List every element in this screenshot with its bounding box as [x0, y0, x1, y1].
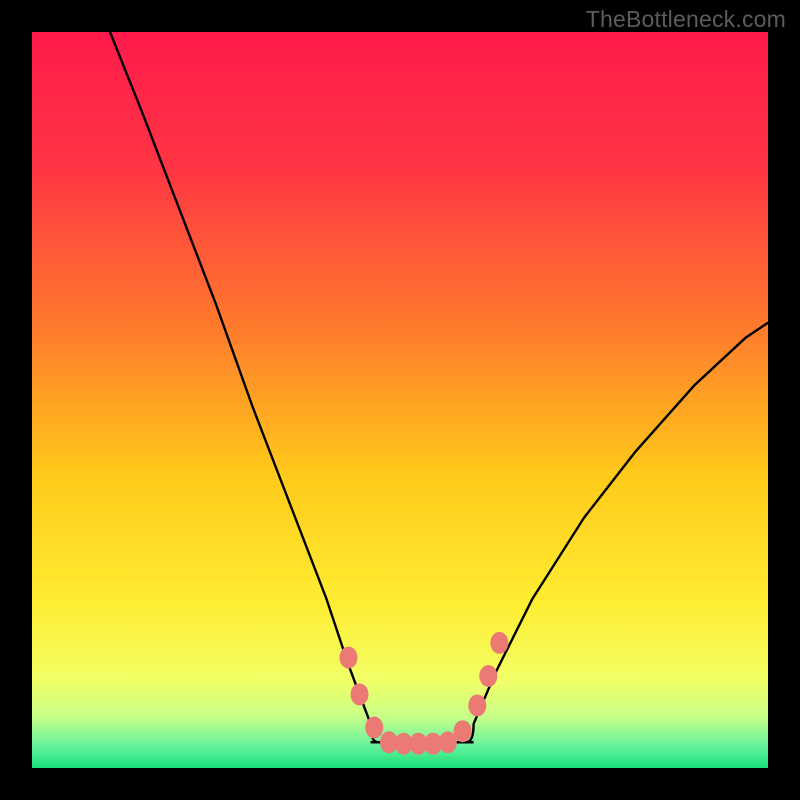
- min-marker: [339, 647, 357, 669]
- min-marker: [454, 720, 472, 742]
- min-marker: [479, 665, 497, 687]
- min-marker: [468, 694, 486, 716]
- min-marker: [351, 683, 369, 705]
- bottleneck-chart: [0, 0, 800, 800]
- watermark-text: TheBottleneck.com: [586, 6, 786, 33]
- min-marker: [490, 632, 508, 654]
- min-marker: [365, 717, 383, 739]
- chart-container: TheBottleneck.com: [0, 0, 800, 800]
